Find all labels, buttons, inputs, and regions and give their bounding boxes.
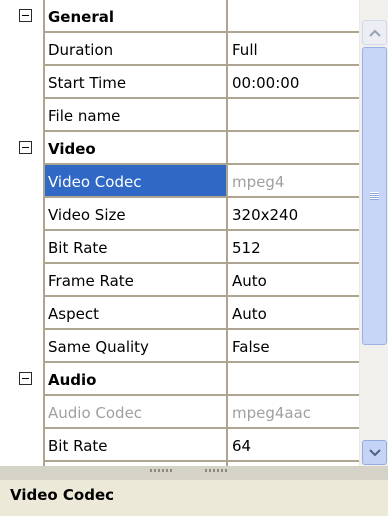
property-row[interactable]: Video Size 320x240 bbox=[0, 198, 359, 231]
row-margin bbox=[0, 264, 43, 297]
category-row[interactable]: Audio bbox=[0, 363, 359, 396]
row-divider bbox=[43, 460, 359, 462]
category-value-cell bbox=[227, 0, 359, 33]
row-margin bbox=[0, 429, 43, 462]
property-row[interactable]: File name bbox=[0, 99, 359, 132]
minus-box-icon[interactable] bbox=[19, 9, 32, 22]
property-row[interactable]: Frame Rate Auto bbox=[0, 264, 359, 297]
property-value[interactable]: mpeg4 bbox=[227, 165, 359, 198]
property-value[interactable]: Auto bbox=[227, 297, 359, 330]
property-name[interactable]: Duration bbox=[43, 33, 227, 66]
property-row[interactable]: Duration Full bbox=[0, 33, 359, 66]
property-value[interactable]: 64 bbox=[227, 429, 359, 462]
property-row[interactable]: Video Codec mpeg4 bbox=[0, 165, 359, 198]
property-row[interactable]: Bit Rate 512 bbox=[0, 231, 359, 264]
category-name: Video bbox=[48, 139, 96, 158]
property-name[interactable]: Audio Codec bbox=[43, 396, 227, 429]
row-margin bbox=[0, 231, 43, 264]
property-name[interactable]: Frame Rate bbox=[43, 264, 227, 297]
scroll-down-button[interactable] bbox=[362, 440, 387, 465]
category-value-cell bbox=[227, 132, 359, 165]
description-pane: Video Codec bbox=[0, 480, 388, 516]
property-value[interactable]: 00:00:00 bbox=[227, 66, 359, 99]
category-row[interactable]: Video bbox=[0, 132, 359, 165]
property-row[interactable]: Audio Codec mpeg4aac bbox=[0, 396, 359, 429]
property-grid[interactable]: General Duration Full Start Time 00:00:00 Fil… bbox=[0, 0, 359, 466]
property-name[interactable]: File name bbox=[43, 99, 227, 132]
category-row[interactable]: General bbox=[0, 0, 359, 33]
vertical-scrollbar[interactable] bbox=[359, 0, 388, 466]
row-margin bbox=[0, 396, 43, 429]
row-margin bbox=[0, 198, 43, 231]
category-value-cell bbox=[227, 363, 359, 396]
property-name[interactable]: Bit Rate bbox=[43, 231, 227, 264]
property-row[interactable]: Bit Rate 64 bbox=[0, 429, 359, 462]
property-name[interactable]: Video Size bbox=[43, 198, 227, 231]
scroll-thumb[interactable] bbox=[362, 47, 387, 345]
chevron-down-icon bbox=[368, 448, 381, 456]
description-splitter[interactable] bbox=[0, 466, 388, 480]
row-margin bbox=[0, 66, 43, 99]
property-value[interactable]: 512 bbox=[227, 231, 359, 264]
property-name[interactable]: Aspect bbox=[43, 297, 227, 330]
property-value[interactable]: 320x240 bbox=[227, 198, 359, 231]
margin-separator bbox=[43, 0, 45, 466]
property-value[interactable]: Auto bbox=[227, 264, 359, 297]
property-row[interactable]: Start Time 00:00:00 bbox=[0, 66, 359, 99]
splitter-grip-left bbox=[150, 469, 172, 472]
property-value[interactable] bbox=[227, 99, 359, 132]
property-value[interactable]: Full bbox=[227, 33, 359, 66]
row-margin bbox=[0, 297, 43, 330]
property-row[interactable]: Aspect Auto bbox=[0, 297, 359, 330]
grip-lines-icon bbox=[370, 192, 379, 200]
category-name: General bbox=[48, 7, 114, 26]
column-splitter[interactable] bbox=[226, 0, 228, 466]
property-name[interactable]: Start Time bbox=[43, 66, 227, 99]
row-margin bbox=[0, 165, 43, 198]
description-title: Video Codec bbox=[10, 486, 115, 504]
scroll-up-button[interactable] bbox=[362, 20, 387, 45]
row-margin bbox=[0, 330, 43, 363]
category-name: Audio bbox=[48, 370, 97, 389]
minus-box-icon[interactable] bbox=[19, 372, 32, 385]
property-name[interactable]: Bit Rate bbox=[43, 429, 227, 462]
chevron-up-icon bbox=[368, 29, 381, 37]
property-name[interactable]: Video Codec bbox=[43, 165, 227, 198]
row-margin bbox=[0, 33, 43, 66]
minus-box-icon[interactable] bbox=[19, 141, 32, 154]
splitter-grip-right bbox=[205, 469, 227, 472]
property-name[interactable]: Same Quality bbox=[43, 330, 227, 363]
property-row[interactable]: Same Quality False bbox=[0, 330, 359, 363]
row-margin bbox=[0, 99, 43, 132]
property-value[interactable]: mpeg4aac bbox=[227, 396, 359, 429]
property-value[interactable]: False bbox=[227, 330, 359, 363]
